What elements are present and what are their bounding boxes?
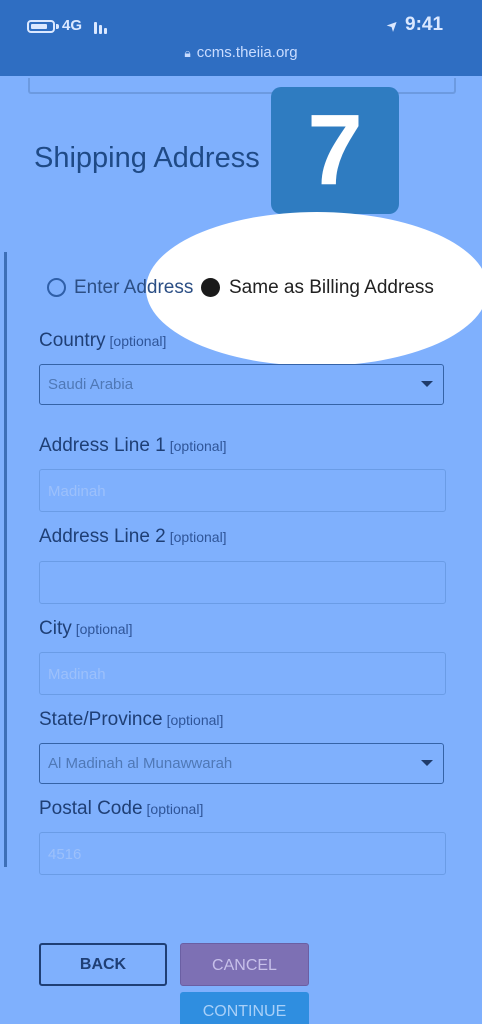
city-input[interactable]: Madinah [39,652,446,695]
address2-label: Address Line 2 [optional] [39,526,227,548]
label-text: Postal Code [39,798,143,819]
label-text: Address Line 1 [39,435,166,456]
radio-enter-address[interactable]: Enter Address [47,277,193,301]
optional-tag: [optional] [169,438,227,454]
step-badge: 7 [271,87,399,214]
page-title: Shipping Address [34,142,260,174]
address1-input[interactable]: Madinah [39,469,446,512]
lock-icon: 🔒︎ [184,46,191,60]
select-value: Saudi Arabia [48,376,134,393]
label-text: State/Province [39,709,163,730]
battery-icon [27,20,55,33]
optional-tag: [optional] [146,801,204,817]
dropdown-caret-icon [421,760,433,766]
select-value: Al Madinah al Munawwarah [48,755,233,772]
optional-tag: [optional] [169,529,227,545]
address2-input[interactable] [39,561,446,604]
address1-label: Address Line 1 [optional] [39,435,227,457]
city-label: City [optional] [39,618,133,640]
postal-label: Postal Code [optional] [39,798,203,820]
state-label: State/Province [optional] [39,709,223,731]
optional-tag: [optional] [109,333,167,349]
url-text: ccms.theiia.org [196,44,298,61]
postal-input[interactable]: 4516 [39,832,446,875]
back-button[interactable]: BACK [39,943,167,986]
label-text: Address Line 2 [39,526,166,547]
radio-same-as-billing[interactable]: Same as Billing Address [201,277,434,301]
cancel-button[interactable]: CANCEL [180,943,309,986]
radio-selected-icon[interactable] [201,278,220,298]
radio-label: Enter Address [74,277,194,298]
browser-top-bar: 4G ➤ 9:41 🔒︎ ccms.theiia.org [0,0,482,76]
radio-label: Same as Billing Address [229,277,434,298]
label-text: Country [39,330,106,351]
signal-icon [94,18,114,34]
continue-button[interactable]: CONTINUE [180,992,309,1024]
country-select[interactable]: Saudi Arabia [39,364,444,405]
dropdown-caret-icon [421,381,433,387]
label-text: City [39,618,72,639]
optional-tag: [optional] [166,712,224,728]
status-time: 9:41 [405,14,444,35]
network-type: 4G [62,17,83,34]
state-select[interactable]: Al Madinah al Munawwarah [39,743,444,784]
battery-nub [56,24,59,29]
location-arrow-icon: ➤ [382,15,403,35]
optional-tag: [optional] [75,621,133,637]
left-border-line [4,252,7,867]
radio-unselected-icon[interactable] [47,278,66,298]
url-bar[interactable]: 🔒︎ ccms.theiia.org [0,44,482,61]
country-label: Country [optional] [39,330,166,352]
